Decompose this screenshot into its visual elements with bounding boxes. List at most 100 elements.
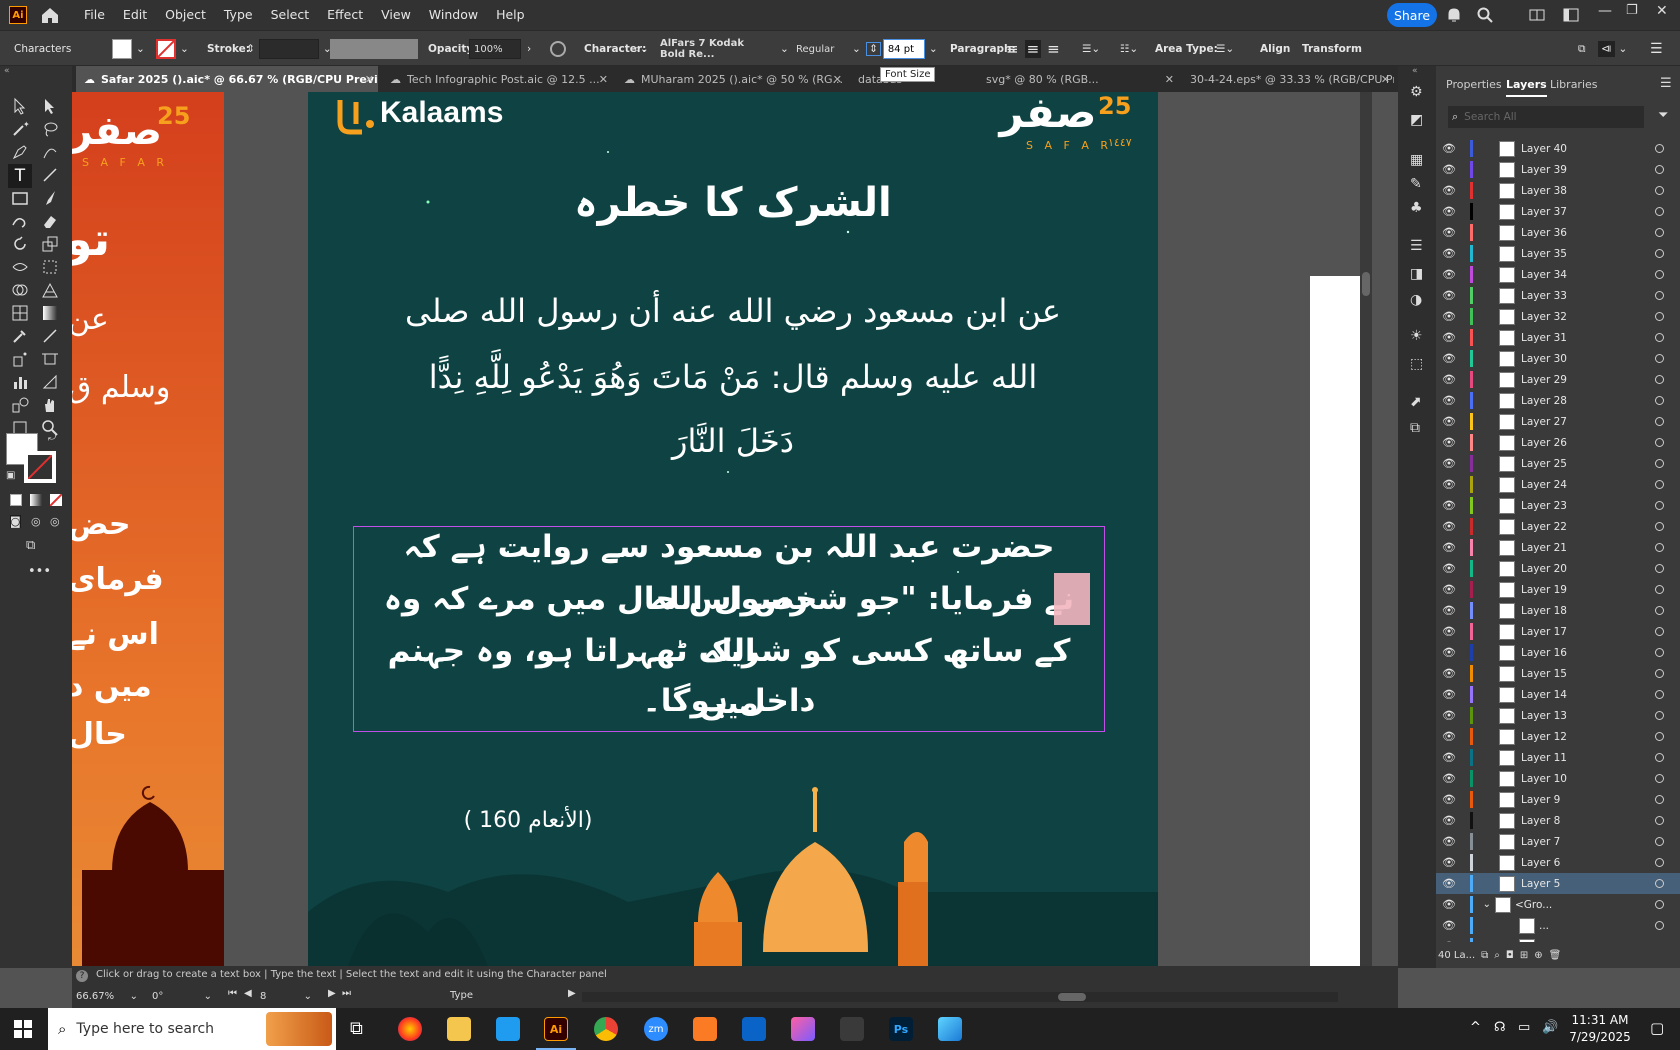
target-circle-icon[interactable] [1655,417,1664,426]
chevron-down-icon[interactable]: ⌄ [180,43,189,55]
color-mode-gradient[interactable] [30,494,42,506]
zoom-field[interactable]: 66.67% ⌄ [76,988,138,1004]
target-circle-icon[interactable] [1655,207,1664,216]
layer-row[interactable]: 👁 Layer 20 [1436,558,1680,579]
tab-safar-2025[interactable]: ☁ Safar 2025 ().aic* @ 66.67 % (RGB/CPU P… [76,66,378,92]
target-circle-icon[interactable] [1655,312,1664,321]
target-circle-icon[interactable] [1655,564,1664,573]
layer-name[interactable]: Layer 5 [1521,878,1617,890]
font-search-icon[interactable]: ⌕⌄ [634,43,649,56]
illustrator-app-icon[interactable]: Ai [9,6,27,24]
visibility-eye-icon[interactable]: 👁 [1436,415,1462,428]
magic-wand-tool-icon[interactable]: ✦ [10,119,30,139]
artboard-left[interactable]: 25 صفر S A F A R تو عن وسلم ق حض فرمای ا… [72,92,224,966]
firefox-icon[interactable] [398,1017,422,1041]
layer-name[interactable]: Layer 39 [1521,164,1617,176]
numbering-icon[interactable]: ☷⌄ [1120,43,1138,55]
stroke-panel-icon[interactable]: ☰ [1410,238,1423,254]
column-graph-tool-icon[interactable] [10,372,30,392]
visibility-eye-icon[interactable]: 👁 [1436,310,1462,323]
visibility-eye-icon[interactable]: 👁 [1436,205,1462,218]
default-colors-icon[interactable]: ▣ [6,470,15,481]
target-circle-icon[interactable] [1655,816,1664,825]
layer-row[interactable]: 👁 Layer 31 [1436,327,1680,348]
next-artboard-icon[interactable]: ▶ [328,988,336,999]
file-explorer-icon[interactable] [447,1017,471,1041]
target-circle-icon[interactable] [1655,774,1664,783]
layer-name[interactable]: Layer 13 [1521,710,1617,722]
layer-name[interactable]: Layer 15 [1521,668,1617,680]
symbols-icon[interactable]: ♣ [1410,200,1423,216]
scroll-thumb[interactable] [1362,272,1370,296]
menu-object[interactable]: Object [156,0,215,30]
align-link[interactable]: Align [1260,43,1290,55]
target-circle-icon[interactable] [1655,900,1664,909]
menu-file[interactable]: File [75,0,114,30]
taskbar-search-input[interactable]: ⌕ Type here to search [48,1008,336,1050]
tray-clock[interactable]: 11:31 AM 7/29/2025 [1560,1012,1640,1046]
first-artboard-icon[interactable]: ⏮ [228,988,237,999]
vertical-scrollbar[interactable] [1360,92,1372,966]
layer-name[interactable]: Layer 28 [1521,395,1617,407]
locate-object-icon[interactable]: ⌕ [1494,950,1500,961]
target-circle-icon[interactable] [1655,837,1664,846]
expand-panels-icon[interactable]: « [1412,66,1418,76]
tray-volume-icon[interactable]: 🔊 [1542,1020,1558,1035]
minimize-button[interactable]: — [1598,3,1612,19]
scale-tool-icon[interactable] [40,234,60,254]
layer-row[interactable]: 👁 Layer 39 [1436,159,1680,180]
visibility-eye-icon[interactable]: 👁 [1436,457,1462,470]
target-circle-icon[interactable] [1655,669,1664,678]
draw-normal-icon[interactable]: ◙ [10,515,21,528]
layer-name[interactable]: Layer 24 [1521,479,1617,491]
visibility-eye-icon[interactable]: 👁 [1436,520,1462,533]
panel-menu-icon[interactable]: ☰ [1660,76,1672,91]
area-type-options-icon[interactable]: ☰⌄ [1216,43,1234,55]
layer-row[interactable]: 👁 Layer 22 [1436,516,1680,537]
layer-row[interactable]: 👁 Layer 25 [1436,453,1680,474]
line-tool-icon[interactable] [40,165,60,185]
menu-select[interactable]: Select [262,0,319,30]
tab-layers[interactable]: Layers [1506,78,1547,97]
hand-tool-icon[interactable] [40,395,60,415]
layer-row[interactable]: 👁 Layer 21 [1436,537,1680,558]
tab-30-4-24[interactable]: 30-4-24.eps* @ 33.33 % (RGB/CPU Pre... ✕ [1182,66,1394,92]
layer-row[interactable]: 👁 Layer 29 [1436,369,1680,390]
eyedropper-tool-icon[interactable] [10,326,30,346]
tab-libraries[interactable]: Libraries [1550,78,1598,91]
opacity-field[interactable]: 100% [469,39,521,59]
stroke-color-swatch[interactable] [24,451,56,483]
target-circle-icon[interactable] [1655,522,1664,531]
layer-name[interactable]: Layer 37 [1521,206,1617,218]
menu-edit[interactable]: Edit [114,0,156,30]
font-size-stepper[interactable]: ⇕ [866,42,881,56]
layer-row[interactable]: 👁 Layer 17 [1436,621,1680,642]
shaper-tool-icon[interactable] [10,211,30,231]
chrome-icon[interactable] [594,1017,618,1041]
collect-export-icon[interactable]: ⧉ [1481,950,1488,961]
font-style-field[interactable]: Regular [792,39,848,59]
target-circle-icon[interactable] [1655,753,1664,762]
close-tab-icon[interactable]: ✕ [1381,73,1390,86]
horizontal-scrollbar[interactable] [582,992,1338,1002]
align-left-icon[interactable]: ≡ [1006,40,1019,58]
collapse-icon[interactable]: « [4,66,10,76]
xampp-icon[interactable] [693,1017,717,1041]
home-icon[interactable] [39,4,61,26]
sublayer-row[interactable]: 👁... [1436,915,1680,936]
menu-view[interactable]: View [372,0,420,30]
blend-tool-icon[interactable] [10,395,30,415]
stroke-profile-dropdown[interactable] [330,39,418,59]
layer-row[interactable]: 👁 Layer 34 [1436,264,1680,285]
swap-colors-icon[interactable]: ⤾ [48,432,56,443]
layer-name[interactable]: Layer 31 [1521,332,1617,344]
layer-row[interactable]: 👁 Layer 24 [1436,474,1680,495]
visibility-eye-icon[interactable]: 👁 [1436,751,1462,764]
menu-window[interactable]: Window [420,0,487,30]
brushes-icon[interactable]: ✎ [1410,176,1422,192]
visibility-eye-icon[interactable]: 👁 [1436,814,1462,827]
layer-name[interactable]: Layer 30 [1521,353,1617,365]
target-circle-icon[interactable] [1655,228,1664,237]
vscode-icon[interactable] [496,1017,520,1041]
new-layer-icon[interactable]: ⊕ [1534,950,1542,961]
